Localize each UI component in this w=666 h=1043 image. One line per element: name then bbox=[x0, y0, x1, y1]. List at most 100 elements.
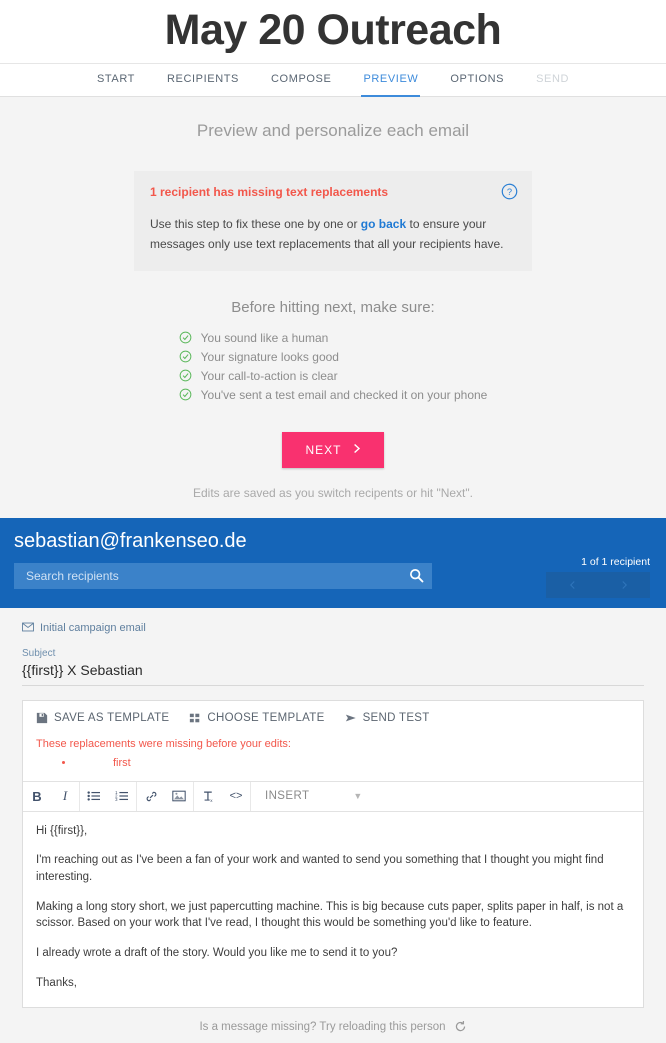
tab-recipients[interactable]: RECIPIENTS bbox=[151, 64, 255, 96]
clear-formatting-icon: x bbox=[203, 791, 213, 803]
save-as-template-button[interactable]: SAVE AS TEMPLATE bbox=[36, 712, 169, 724]
list-item: Your call-to-action is clear bbox=[179, 368, 488, 385]
list-item: Your signature looks good bbox=[179, 349, 488, 366]
chevron-left-icon bbox=[569, 580, 575, 589]
save-icon bbox=[36, 712, 48, 724]
email-paragraph: Thanks, bbox=[36, 976, 77, 989]
list-group: 1 2 3 bbox=[80, 781, 137, 811]
tab-send: SEND bbox=[536, 73, 570, 86]
recipient-email: sebastian@frankenseo.de bbox=[14, 529, 247, 552]
pre-send-checklist: Before hitting next, make sure: You soun… bbox=[0, 299, 666, 406]
list-item: You've sent a test email and checked it … bbox=[179, 387, 488, 404]
email-body-editor[interactable]: Hi {{first}}, I'm reaching out as I've b… bbox=[23, 812, 643, 1008]
alert-body-before: Use this step to fix these one by one or bbox=[150, 217, 361, 232]
subject-label: Subject bbox=[22, 647, 56, 659]
chevron-down-icon: ▼ bbox=[353, 791, 363, 802]
tab-start[interactable]: START bbox=[81, 64, 151, 96]
edits-saved-note: Edits are saved as you switch recipents … bbox=[193, 485, 473, 500]
image-icon bbox=[172, 790, 186, 802]
missing-replacements-note: These replacements were missing before y… bbox=[36, 737, 291, 750]
step-nav: START RECIPIENTS COMPOSE PREVIEW OPTIONS… bbox=[0, 63, 666, 98]
checklist-label: You sound like a human bbox=[200, 330, 329, 345]
email-paragraph: Hi {{first}}, bbox=[36, 824, 88, 837]
template-actions: SAVE AS TEMPLATE CHOOSE TEMPLATE SEND TE… bbox=[23, 701, 643, 724]
subject-input[interactable]: {{first}} X Sebastian bbox=[22, 662, 644, 686]
clear-formatting-button[interactable]: x bbox=[194, 782, 222, 811]
choose-template-label: CHOOSE TEMPLATE bbox=[207, 711, 325, 724]
grid-icon bbox=[189, 712, 201, 724]
email-paragraph: Making a long story short, we just paper… bbox=[36, 900, 624, 930]
save-as-template-label: SAVE AS TEMPLATE bbox=[54, 711, 170, 724]
clear-code-group: x <> bbox=[194, 781, 251, 811]
tab-preview[interactable]: PREVIEW bbox=[347, 64, 434, 98]
alert-title: 1 recipient has missing text replacement… bbox=[150, 185, 389, 200]
list-item: first bbox=[75, 757, 643, 769]
preview-step-section: Preview and personalize each email 1 rec… bbox=[0, 97, 666, 518]
bold-button[interactable]: B bbox=[23, 782, 51, 811]
tab-options[interactable]: OPTIONS bbox=[434, 64, 520, 96]
format-toolbar: B I 1 2 3 x <> INSERT ▼ bbox=[23, 780, 643, 812]
bulleted-list-button[interactable] bbox=[80, 782, 108, 811]
missing-replacements-alert: 1 recipient has missing text replacement… bbox=[134, 171, 532, 271]
link-icon bbox=[146, 791, 156, 802]
insert-dropdown[interactable]: INSERT ▼ bbox=[251, 782, 373, 811]
source-code-button[interactable]: <> bbox=[222, 782, 250, 811]
check-circle-icon bbox=[179, 388, 192, 401]
chevron-right-icon bbox=[621, 580, 627, 589]
next-button-label: NEXT bbox=[305, 442, 342, 457]
svg-text:?: ? bbox=[507, 187, 512, 197]
bulleted-list-icon bbox=[87, 791, 100, 801]
svg-text:3: 3 bbox=[115, 797, 118, 802]
insert-object-group bbox=[137, 781, 194, 811]
image-button[interactable] bbox=[165, 782, 193, 811]
email-editor-card: SAVE AS TEMPLATE CHOOSE TEMPLATE SEND TE… bbox=[22, 699, 644, 1009]
link-button[interactable] bbox=[137, 782, 165, 811]
search-recipients-field[interactable] bbox=[14, 562, 432, 589]
recipient-count: 1 of 1 recipient bbox=[581, 555, 650, 568]
next-button[interactable]: NEXT bbox=[282, 431, 384, 468]
email-paragraph: I'm reaching out as I've been a fan of y… bbox=[36, 854, 604, 884]
svg-text:x: x bbox=[210, 798, 213, 803]
alert-body: Use this step to fix these one by one or… bbox=[150, 215, 516, 255]
message-kind: Initial campaign email bbox=[22, 622, 644, 634]
chevron-right-icon bbox=[353, 443, 361, 457]
checklist-items: You sound like a human Your signature lo… bbox=[179, 330, 488, 406]
text-style-group: B I bbox=[23, 781, 80, 811]
numbered-list-button[interactable]: 1 2 3 bbox=[108, 782, 136, 811]
step-heading: Preview and personalize each email bbox=[196, 121, 470, 141]
italic-button[interactable]: I bbox=[51, 782, 79, 811]
reload-person-note: Is a message missing? Try reloading this… bbox=[22, 1008, 644, 1043]
tab-compose[interactable]: COMPOSE bbox=[255, 64, 347, 96]
checklist-label: Your call-to-action is clear bbox=[200, 368, 338, 383]
check-circle-icon bbox=[179, 350, 192, 363]
prev-recipient-button[interactable] bbox=[546, 572, 598, 598]
checklist-label: Your signature looks good bbox=[200, 349, 339, 364]
email-paragraph: I already wrote a draft of the story. Wo… bbox=[36, 947, 398, 960]
check-circle-icon bbox=[179, 369, 192, 382]
mail-icon bbox=[22, 622, 34, 634]
next-button-wrap: NEXT bbox=[0, 431, 666, 468]
checklist-title: Before hitting next, make sure: bbox=[231, 298, 435, 316]
page-title: May 20 Outreach bbox=[164, 6, 502, 54]
recipient-pager bbox=[546, 571, 650, 598]
help-circle-icon[interactable]: ? bbox=[501, 183, 518, 200]
search-icon[interactable] bbox=[409, 568, 424, 583]
search-input[interactable] bbox=[24, 567, 409, 584]
app-header: May 20 Outreach bbox=[0, 0, 666, 64]
go-back-link[interactable]: go back bbox=[361, 217, 406, 231]
insert-dropdown-label: INSERT bbox=[265, 790, 310, 803]
next-recipient-button[interactable] bbox=[598, 572, 650, 598]
message-kind-label: Initial campaign email bbox=[40, 621, 146, 634]
choose-template-button[interactable]: CHOOSE TEMPLATE bbox=[189, 712, 324, 724]
numbered-list-icon: 1 2 3 bbox=[115, 790, 128, 802]
check-circle-icon bbox=[179, 331, 192, 344]
missing-replacements-list: first bbox=[23, 757, 643, 769]
send-test-label: SEND TEST bbox=[362, 711, 430, 724]
recipient-bar: sebastian@frankenseo.de 1 of 1 recipient bbox=[0, 517, 666, 608]
send-test-button[interactable]: SEND TEST bbox=[345, 712, 430, 724]
send-icon bbox=[345, 712, 357, 724]
message-area: Initial campaign email Subject {{first}}… bbox=[0, 607, 666, 1043]
list-item: You sound like a human bbox=[179, 330, 488, 347]
refresh-icon[interactable] bbox=[454, 1020, 467, 1033]
checklist-label: You've sent a test email and checked it … bbox=[200, 387, 488, 402]
